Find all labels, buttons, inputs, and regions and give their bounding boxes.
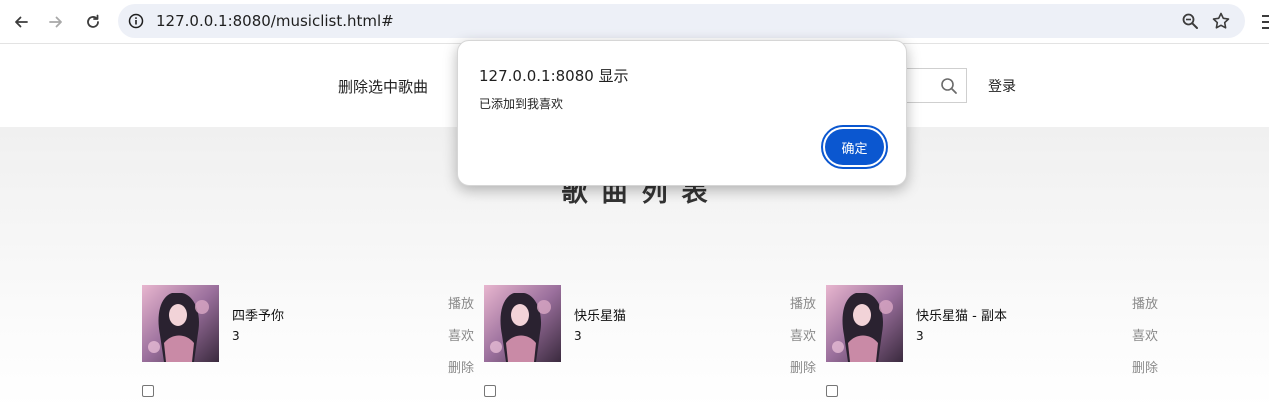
- like-button[interactable]: 喜欢: [1132, 325, 1158, 344]
- album-cover: [484, 285, 561, 362]
- song-card: 四季予你 3 播放 喜欢 删除: [142, 285, 484, 400]
- back-icon[interactable]: [7, 8, 35, 36]
- ok-button[interactable]: 确定: [825, 129, 884, 165]
- info-icon[interactable]: [128, 13, 144, 29]
- star-icon[interactable]: [1211, 11, 1231, 31]
- like-button[interactable]: 喜欢: [448, 325, 474, 344]
- song-name: 四季予你: [232, 309, 285, 324]
- select-checkbox[interactable]: [142, 385, 154, 397]
- select-checkbox[interactable]: [826, 385, 838, 397]
- delete-button[interactable]: 删除: [790, 357, 816, 376]
- song-name: 快乐星猫 - 副本: [916, 309, 1007, 324]
- song-name: 快乐星猫: [574, 309, 627, 324]
- like-button[interactable]: 喜欢: [790, 325, 816, 344]
- delete-button[interactable]: 删除: [1132, 357, 1158, 376]
- dialog-message: 已添加到我喜欢: [479, 97, 564, 111]
- login-link[interactable]: 登录: [988, 76, 1016, 96]
- alert-dialog: 127.0.0.1:8080 显示 已添加到我喜欢 确定: [457, 40, 907, 186]
- album-cover: [826, 285, 903, 362]
- play-button[interactable]: 播放: [1132, 293, 1158, 312]
- url-text[interactable]: 127.0.0.1:8080/musiclist.html#: [156, 12, 394, 30]
- search-icon[interactable]: [940, 77, 958, 95]
- zoom-icon[interactable]: [1181, 12, 1199, 30]
- address-bar[interactable]: 127.0.0.1:8080/musiclist.html#: [118, 4, 1245, 38]
- delete-button[interactable]: 删除: [448, 357, 474, 376]
- play-button[interactable]: 播放: [448, 293, 474, 312]
- album-cover: [142, 285, 219, 362]
- reload-icon[interactable]: [79, 8, 107, 36]
- song-card: 快乐星猫 3 播放 喜欢 删除: [484, 285, 826, 400]
- dialog-title: 127.0.0.1:8080 显示: [479, 67, 629, 85]
- song-count: 3: [574, 329, 582, 343]
- menu-icon[interactable]: [1262, 14, 1269, 32]
- song-count: 3: [232, 329, 240, 343]
- forward-icon[interactable]: [42, 8, 70, 36]
- song-card: 快乐星猫 - 副本 3 播放 喜欢 删除: [826, 285, 1168, 400]
- ok-button-focus-ring: 确定: [821, 125, 888, 169]
- song-count: 3: [916, 329, 924, 343]
- browser-toolbar: 127.0.0.1:8080/musiclist.html#: [0, 0, 1269, 44]
- select-checkbox[interactable]: [484, 385, 496, 397]
- play-button[interactable]: 播放: [790, 293, 816, 312]
- delete-selected-button[interactable]: 删除选中歌曲: [338, 76, 428, 97]
